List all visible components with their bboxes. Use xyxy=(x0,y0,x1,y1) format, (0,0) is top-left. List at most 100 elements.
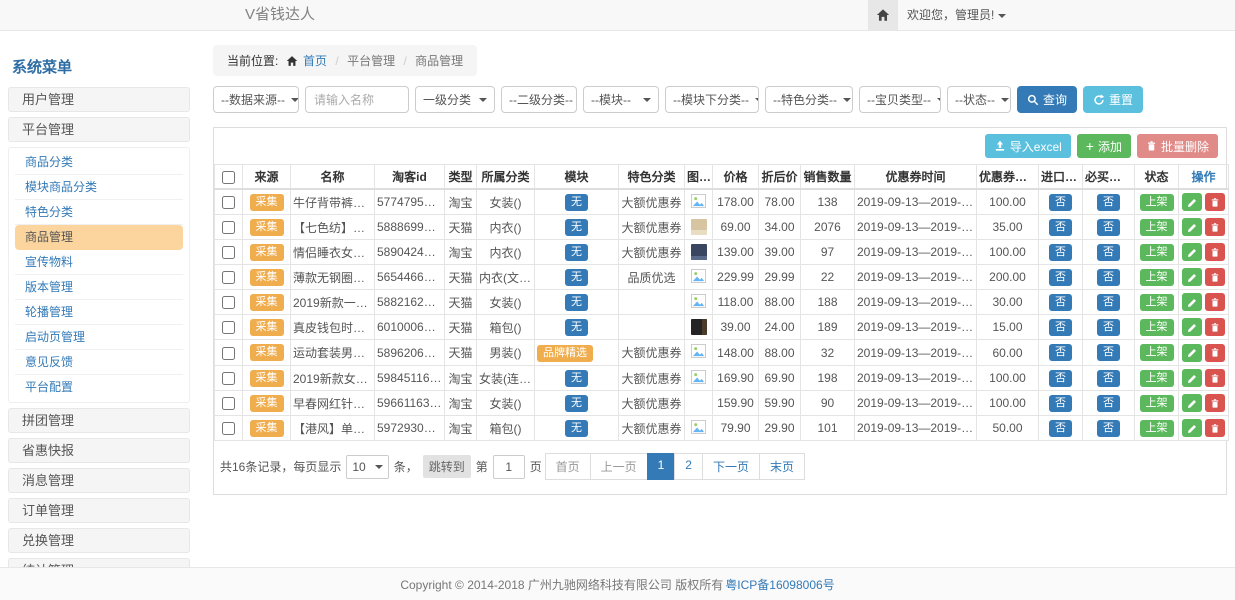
edit-button[interactable] xyxy=(1182,318,1202,336)
row-checkbox[interactable] xyxy=(222,422,235,435)
sidebar-item-宣传物料[interactable]: 宣传物料 xyxy=(15,250,183,275)
must-buy-toggle[interactable]: 否 xyxy=(1097,344,1120,361)
status-badge[interactable]: 上架 xyxy=(1140,319,1174,336)
delete-button[interactable] xyxy=(1205,318,1225,336)
status-badge[interactable]: 上架 xyxy=(1140,219,1174,236)
sidebar-group-兑换管理[interactable]: 兑换管理 xyxy=(8,528,190,553)
jump-page-input[interactable] xyxy=(493,455,525,479)
status-badge[interactable]: 上架 xyxy=(1140,194,1174,211)
query-button[interactable]: 查询 xyxy=(1017,86,1077,113)
must-buy-toggle[interactable]: 否 xyxy=(1097,194,1120,211)
row-checkbox[interactable] xyxy=(222,347,235,360)
per-page-select[interactable]: 10 xyxy=(346,455,388,479)
sidebar-group-消息管理[interactable]: 消息管理 xyxy=(8,468,190,493)
sidebar-item-平台配置[interactable]: 平台配置 xyxy=(15,375,183,400)
must-buy-toggle[interactable]: 否 xyxy=(1097,319,1120,336)
sidebar-group-省惠快报[interactable]: 省惠快报 xyxy=(8,438,190,463)
row-checkbox[interactable] xyxy=(222,196,235,209)
delete-button[interactable] xyxy=(1205,344,1225,362)
row-checkbox[interactable] xyxy=(222,271,235,284)
must-buy-toggle[interactable]: 否 xyxy=(1097,244,1120,261)
status-badge[interactable]: 上架 xyxy=(1140,244,1174,261)
row-checkbox[interactable] xyxy=(222,397,235,410)
status-badge[interactable]: 上架 xyxy=(1140,395,1174,412)
sidebar-item-版本管理[interactable]: 版本管理 xyxy=(15,275,183,300)
import-select-toggle[interactable]: 否 xyxy=(1049,244,1072,261)
must-buy-toggle[interactable]: 否 xyxy=(1097,269,1120,286)
filter-select-4[interactable]: --模块-- xyxy=(583,86,659,113)
sidebar-item-商品分类[interactable]: 商品分类 xyxy=(15,150,183,175)
filter-select-6[interactable]: --特色分类-- xyxy=(765,86,853,113)
user-menu[interactable]: 欢迎您，管理员! xyxy=(907,0,1006,30)
import-excel-button[interactable]: 导入excel xyxy=(985,134,1071,158)
page-button-上一页[interactable]: 上一页 xyxy=(590,453,648,480)
breadcrumb-home-link[interactable]: 首页 xyxy=(303,54,327,68)
reset-button[interactable]: 重置 xyxy=(1083,86,1143,113)
filter-select-0[interactable]: --数据来源-- xyxy=(213,86,299,113)
edit-button[interactable] xyxy=(1182,369,1202,387)
delete-button[interactable] xyxy=(1205,419,1225,437)
page-button-下一页[interactable]: 下一页 xyxy=(702,453,760,480)
sidebar-item-模块商品分类[interactable]: 模块商品分类 xyxy=(15,175,183,200)
import-select-toggle[interactable]: 否 xyxy=(1049,219,1072,236)
import-select-toggle[interactable]: 否 xyxy=(1049,420,1072,437)
must-buy-toggle[interactable]: 否 xyxy=(1097,219,1120,236)
delete-button[interactable] xyxy=(1205,243,1225,261)
status-badge[interactable]: 上架 xyxy=(1140,344,1174,361)
batch-delete-button[interactable]: 批量删除 xyxy=(1137,134,1218,158)
must-buy-toggle[interactable]: 否 xyxy=(1097,420,1120,437)
import-select-toggle[interactable]: 否 xyxy=(1049,344,1072,361)
edit-button[interactable] xyxy=(1182,218,1202,236)
import-select-toggle[interactable]: 否 xyxy=(1049,370,1072,387)
status-badge[interactable]: 上架 xyxy=(1140,420,1174,437)
edit-button[interactable] xyxy=(1182,268,1202,286)
filter-select-8[interactable]: --状态-- xyxy=(947,86,1011,113)
import-select-toggle[interactable]: 否 xyxy=(1049,194,1072,211)
row-checkbox[interactable] xyxy=(222,321,235,334)
delete-button[interactable] xyxy=(1205,218,1225,236)
row-checkbox[interactable] xyxy=(222,246,235,259)
home-button[interactable] xyxy=(868,0,898,30)
sidebar-item-意见反馈[interactable]: 意见反馈 xyxy=(15,350,183,375)
delete-button[interactable] xyxy=(1205,268,1225,286)
page-button-首页[interactable]: 首页 xyxy=(545,453,591,480)
add-button[interactable]: + 添加 xyxy=(1077,134,1131,158)
sidebar-group-拼团管理[interactable]: 拼团管理 xyxy=(8,408,190,433)
edit-button[interactable] xyxy=(1182,344,1202,362)
row-checkbox[interactable] xyxy=(222,221,235,234)
import-select-toggle[interactable]: 否 xyxy=(1049,395,1072,412)
sidebar-group-用户管理[interactable]: 用户管理 xyxy=(8,87,190,112)
edit-button[interactable] xyxy=(1182,419,1202,437)
must-buy-toggle[interactable]: 否 xyxy=(1097,294,1120,311)
edit-button[interactable] xyxy=(1182,293,1202,311)
page-button-1[interactable]: 1 xyxy=(647,453,676,480)
status-badge[interactable]: 上架 xyxy=(1140,370,1174,387)
must-buy-toggle[interactable]: 否 xyxy=(1097,395,1120,412)
row-checkbox[interactable] xyxy=(222,372,235,385)
edit-button[interactable] xyxy=(1182,193,1202,211)
page-button-2[interactable]: 2 xyxy=(674,453,703,480)
import-select-toggle[interactable]: 否 xyxy=(1049,269,1072,286)
delete-button[interactable] xyxy=(1205,369,1225,387)
sidebar-group-平台管理[interactable]: 平台管理 xyxy=(8,117,190,142)
sidebar-item-特色分类[interactable]: 特色分类 xyxy=(15,200,183,225)
page-button-末页[interactable]: 末页 xyxy=(759,453,805,480)
sidebar-item-轮播管理[interactable]: 轮播管理 xyxy=(15,300,183,325)
delete-button[interactable] xyxy=(1205,394,1225,412)
row-checkbox[interactable] xyxy=(222,296,235,309)
filter-select-3[interactable]: --二级分类-- xyxy=(501,86,577,113)
status-badge[interactable]: 上架 xyxy=(1140,294,1174,311)
icp-link[interactable]: 粤ICP备16098006号 xyxy=(725,576,834,593)
import-select-toggle[interactable]: 否 xyxy=(1049,294,1072,311)
edit-button[interactable] xyxy=(1182,243,1202,261)
sidebar-item-启动页管理[interactable]: 启动页管理 xyxy=(15,325,183,350)
delete-button[interactable] xyxy=(1205,193,1225,211)
status-badge[interactable]: 上架 xyxy=(1140,269,1174,286)
filter-select-7[interactable]: --宝贝类型-- xyxy=(859,86,941,113)
edit-button[interactable] xyxy=(1182,394,1202,412)
select-all-checkbox[interactable] xyxy=(222,171,235,184)
delete-button[interactable] xyxy=(1205,293,1225,311)
filter-select-2[interactable]: 一级分类 xyxy=(415,86,495,113)
import-select-toggle[interactable]: 否 xyxy=(1049,319,1072,336)
sidebar-group-订单管理[interactable]: 订单管理 xyxy=(8,498,190,523)
